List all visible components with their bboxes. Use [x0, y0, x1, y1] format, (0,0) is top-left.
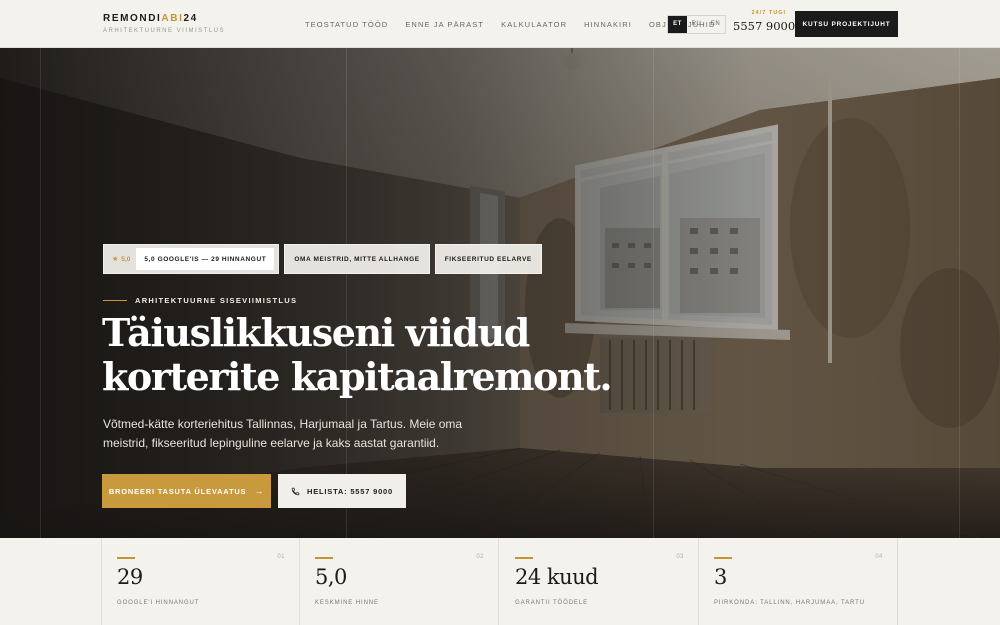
headline-line-2: korterite kapitaalremont.: [102, 354, 613, 399]
secondary-button-label: HELISTA: 5557 9000: [307, 486, 393, 496]
grid-line: [653, 48, 654, 538]
hero-subtitle: Võtmed-kätte korteriehitus Tallinnas, Ha…: [103, 417, 463, 450]
nav-item-enne-ja-parast[interactable]: ENNE JA PÄRAST: [405, 20, 484, 29]
eyebrow-text: ARHITEKTUURNE SISEVIIMISTLUS: [135, 296, 298, 305]
hero-eyebrow: ARHITEKTUURNE SISEVIIMISTLUS: [103, 296, 297, 305]
headline-line-1: Täiuslikkuseni viidud: [102, 310, 530, 355]
lang-en-button[interactable]: EN: [706, 16, 725, 33]
stat-accent-rule: [714, 557, 732, 559]
grid-line: [346, 48, 347, 538]
stat-card: 03 24 kuud GARANTII TÖÖDELE: [500, 538, 699, 625]
call-phone-button[interactable]: HELISTA: 5557 9000: [278, 474, 406, 508]
support-phone-link[interactable]: 5557 9000: [733, 19, 795, 33]
call-project-manager-button[interactable]: KUTSU PROJEKTIJUHT: [795, 11, 898, 37]
stat-label: KESKMINE HINNE: [315, 600, 379, 606]
hero-headline: Täiuslikkuseni viidud korterite kapitaal…: [102, 311, 622, 399]
stat-card: 01 29 GOOGLE'I HINNANGUT: [101, 538, 300, 625]
stat-value: 3: [714, 565, 727, 589]
stat-value: 24 kuud: [515, 565, 599, 589]
stat-label: GARANTII TÖÖDELE: [515, 600, 588, 606]
stat-index: 04: [875, 554, 883, 560]
support-contact: 24/7 TUGI 5557 9000: [733, 10, 795, 33]
primary-button-label: BRONEERI TASUTA ÜLEVAATUS: [108, 486, 247, 496]
stat-index: 03: [676, 554, 684, 560]
arrow-right-icon: →: [254, 486, 265, 496]
rating-score: 5,0: [121, 255, 131, 263]
nav-item-hinnakiri[interactable]: HINNAKIRI: [584, 20, 632, 29]
google-rating-badge: ★ 5,0 5,0 GOOGLE'IS — 29 HINNANGUT: [103, 244, 280, 274]
stat-label: GOOGLE'I HINNANGUT: [117, 600, 200, 606]
logo-tagline: ARHITEKTUURNE VIIMISTLUS: [103, 28, 226, 34]
stat-card: 02 5,0 KESKMINE HINNE: [300, 538, 499, 625]
stat-accent-rule: [515, 557, 533, 559]
star-icon: ★: [112, 256, 119, 263]
site-header: REMONDIABI24 ARHITEKTUURNE VIIMISTLUS TE…: [0, 0, 1000, 48]
stat-index: 01: [277, 554, 285, 560]
own-craftsmen-badge: OMA MEISTRID, MITTE ALLHANGE: [284, 244, 430, 274]
stats-bar: 01 29 GOOGLE'I HINNANGUT 02 5,0 KESKMINE…: [0, 538, 1000, 625]
stat-accent-rule: [315, 557, 333, 559]
lang-ru-button[interactable]: RU: [687, 16, 706, 33]
stat-label: PIIRKONDA: TALLINN, HARJUMAA, TARTU: [714, 600, 865, 606]
eyebrow-rule: [103, 300, 127, 301]
stat-index: 02: [476, 554, 484, 560]
phone-icon: [291, 487, 300, 495]
fixed-budget-badge: FIKSEERITUD EELARVE: [434, 244, 542, 274]
book-free-inspection-button[interactable]: BRONEERI TASUTA ÜLEVAATUS →: [102, 474, 271, 508]
nav-item-teostatud-tood[interactable]: TEOSTATUD TÖÖD: [305, 20, 388, 29]
logo-wordmark: REMONDIABI24: [103, 13, 198, 24]
lang-et-button[interactable]: ET: [668, 16, 687, 33]
stat-card: 04 3 PIIRKONDA: TALLINN, HARJUMAA, TARTU: [699, 538, 898, 625]
grid-line: [40, 48, 41, 538]
grid-line: [959, 48, 960, 538]
hero-section: ★ 5,0 5,0 GOOGLE'IS — 29 HINNANGUT OMA M…: [0, 48, 1000, 538]
language-switcher: ET RU EN: [667, 15, 726, 34]
trust-badges: ★ 5,0 5,0 GOOGLE'IS — 29 HINNANGUT OMA M…: [103, 244, 542, 274]
support-label: 24/7 TUGI: [751, 10, 786, 16]
stat-value: 5,0: [315, 565, 347, 589]
stat-value: 29: [117, 565, 143, 589]
stat-accent-rule: [117, 557, 135, 559]
hero-background-image: [0, 48, 1000, 538]
nav-item-kalkulaator[interactable]: KALKULAATOR: [501, 20, 567, 29]
logo[interactable]: REMONDIABI24 ARHITEKTUURNE VIIMISTLUS: [103, 13, 225, 34]
rating-text: 5,0 GOOGLE'IS — 29 HINNANGUT: [136, 248, 275, 270]
